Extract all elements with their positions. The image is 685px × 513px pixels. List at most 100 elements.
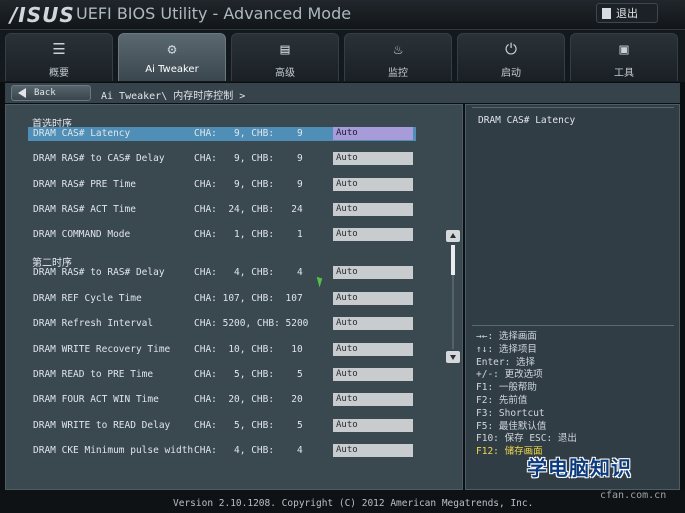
tab-overview[interactable]: ☰ 概要 (5, 33, 113, 81)
tab-label: Ai Tweaker (145, 64, 199, 75)
setting-channel-values: CHA: 5, CHB: 5 (194, 420, 303, 431)
tab-label: 工具 (614, 68, 634, 79)
hotkey-item: F10: 保存 ESC: 退出 (476, 433, 577, 445)
setting-row[interactable]: DRAM FOUR ACT WIN Time CHA: 20, CHB: 20 … (28, 393, 416, 407)
scrollbar-thumb[interactable] (451, 245, 455, 275)
help-panel: DRAM CAS# Latency →←: 选择画面 ↑↓: 选择项目 Ente… (465, 104, 680, 490)
setting-name: DRAM FOUR ACT WIN Time (33, 394, 159, 405)
setting-value-field[interactable]: Auto (333, 203, 413, 216)
setting-name: DRAM READ to PRE Time (33, 369, 154, 380)
asus-logo: /ISUS (10, 3, 75, 27)
tab-label: 高级 (275, 68, 295, 79)
tab-advanced[interactable]: ▤ 高级 (231, 33, 339, 81)
setting-channel-values: CHA: 4, CHB: 4 (194, 267, 303, 278)
setting-value-field[interactable]: Auto (333, 127, 413, 140)
setting-row[interactable]: DRAM Refresh Interval CHA: 5200, CHB: 52… (28, 317, 416, 331)
hotkey-item: F5: 最佳默认值 (476, 420, 547, 432)
help-divider (472, 325, 674, 326)
setting-channel-values: CHA: 10, CHB: 10 (194, 344, 303, 355)
setting-row[interactable]: DRAM RAS# to RAS# Delay CHA: 4, CHB: 4 A… (28, 266, 416, 280)
setting-row[interactable]: DRAM WRITE Recovery Time CHA: 10, CHB: 1… (28, 343, 416, 357)
hotkey-item: F2: 先前值 (476, 394, 528, 406)
settings-panel: 首选时序 DRAM CAS# Latency CHA: 9, CHB: 9 Au… (5, 104, 463, 490)
setting-row[interactable]: DRAM CAS# Latency CHA: 9, CHB: 9 Auto (28, 127, 416, 141)
setting-name: DRAM RAS# PRE Time (33, 179, 136, 190)
tab-ai-tweaker[interactable]: ⚙ Ai Tweaker (118, 33, 226, 81)
title-bar: /ISUS UEFI BIOS Utility - Advanced Mode … (0, 0, 685, 30)
ai-tweaker-icon: ⚙ (167, 40, 177, 58)
setting-channel-values: CHA: 5200, CHB: 5200 (194, 318, 309, 329)
setting-value-field[interactable]: Auto (333, 292, 413, 305)
setting-value-field[interactable]: Auto (333, 178, 413, 191)
setting-channel-values: CHA: 9, CHB: 9 (194, 153, 303, 164)
setting-value-field[interactable]: Auto (333, 152, 413, 165)
back-button[interactable]: Back (11, 85, 91, 101)
setting-value-field[interactable]: Auto (333, 266, 413, 279)
setting-value-field[interactable]: Auto (333, 343, 413, 356)
main-tabs: ☰ 概要 ⚙ Ai Tweaker ▤ 高级 ♨ 监控 ⏻ 启动 ▣ 工具 (0, 30, 685, 82)
setting-name: DRAM Refresh Interval (33, 318, 154, 329)
setting-name: DRAM RAS# ACT Time (33, 204, 136, 215)
setting-name: DRAM RAS# to CAS# Delay (33, 153, 165, 164)
tab-label: 监控 (388, 68, 408, 79)
hotkey-item: ↑↓: 选择项目 (476, 343, 537, 355)
setting-name: DRAM WRITE to READ Delay (33, 420, 171, 431)
setting-name: DRAM WRITE Recovery Time (33, 344, 171, 355)
setting-name: DRAM RAS# to RAS# Delay (33, 267, 165, 278)
tab-monitor[interactable]: ♨ 监控 (344, 33, 452, 81)
setting-row[interactable]: DRAM CKE Minimum pulse width CHA: 4, CHB… (28, 444, 416, 458)
setting-row[interactable]: DRAM COMMAND Mode CHA: 1, CHB: 1 Auto (28, 228, 416, 242)
exit-button[interactable]: 退出 (596, 3, 658, 23)
setting-value-field[interactable]: Auto (333, 393, 413, 406)
hotkey-item: +/-: 更改选项 (476, 369, 543, 381)
setting-channel-values: CHA: 20, CHB: 20 (194, 394, 303, 405)
setting-value-field[interactable]: Auto (333, 419, 413, 432)
setting-channel-values: CHA: 1, CHB: 1 (194, 229, 303, 240)
setting-name: DRAM CAS# Latency (33, 128, 131, 139)
footer: Version 2.10.1208. Copyright (C) 2012 Am… (0, 490, 685, 513)
tab-label: 概要 (49, 68, 69, 79)
tab-label: 启动 (501, 68, 521, 79)
version-text: Version 2.10.1208. Copyright (C) 2012 Am… (173, 498, 534, 509)
power-icon: ⏻ (505, 40, 517, 58)
advanced-icon: ▤ (280, 40, 290, 58)
hotkey-item: F3: Shortcut (476, 407, 545, 419)
setting-row[interactable]: DRAM READ to PRE Time CHA: 5, CHB: 5 Aut… (28, 368, 416, 382)
setting-value-field[interactable]: Auto (333, 317, 413, 330)
setting-channel-values: CHA: 5, CHB: 5 (194, 369, 303, 380)
hotkey-item: F1: 一般帮助 (476, 382, 537, 394)
setting-channel-values: CHA: 107, CHB: 107 (194, 293, 303, 304)
setting-row[interactable]: DRAM RAS# to CAS# Delay CHA: 9, CHB: 9 A… (28, 152, 416, 166)
setting-channel-values: CHA: 9, CHB: 9 (194, 179, 303, 190)
scroll-down-button[interactable] (446, 351, 460, 363)
exit-icon (602, 7, 611, 19)
setting-channel-values: CHA: 4, CHB: 4 (194, 445, 303, 456)
setting-name: DRAM REF Cycle Time (33, 293, 142, 304)
setting-value-field[interactable]: Auto (333, 444, 413, 457)
setting-row[interactable]: DRAM REF Cycle Time CHA: 107, CHB: 107 A… (28, 292, 416, 306)
setting-value-field[interactable]: Auto (333, 228, 413, 241)
hotkey-item: →←: 选择画面 (476, 331, 537, 342)
tab-boot[interactable]: ⏻ 启动 (457, 33, 565, 81)
back-arrow-icon (18, 88, 26, 98)
setting-value-field[interactable]: Auto (333, 368, 413, 381)
help-title: DRAM CAS# Latency (478, 115, 576, 126)
tab-tools[interactable]: ▣ 工具 (570, 33, 678, 81)
setting-name: DRAM CKE Minimum pulse width (33, 445, 194, 456)
setting-row[interactable]: DRAM RAS# PRE Time CHA: 9, CHB: 9 Auto (28, 178, 416, 192)
monitor-icon: ♨ (393, 40, 403, 58)
toolbox-icon: ▣ (619, 40, 629, 58)
help-divider-top (472, 107, 674, 108)
exit-label: 退出 (616, 7, 638, 20)
setting-channel-values: CHA: 24, CHB: 24 (194, 204, 303, 215)
breadcrumb: Ai Tweaker\ 内存时序控制 > (101, 91, 246, 102)
hotkey-item: Enter: 选择 (476, 356, 536, 368)
setting-row[interactable]: DRAM RAS# ACT Time CHA: 24, CHB: 24 Auto (28, 203, 416, 217)
scroll-up-button[interactable] (446, 230, 460, 242)
watermark-logo: 学电脑知识 (527, 456, 632, 480)
setting-channel-values: CHA: 9, CHB: 9 (194, 128, 303, 139)
app-title: UEFI BIOS Utility - Advanced Mode (76, 4, 352, 23)
back-label: Back (34, 88, 56, 98)
hotkey-list: →←: 选择画面 ↑↓: 选择项目 Enter: 选择 +/-: 更改选项 F1… (476, 331, 577, 459)
setting-row[interactable]: DRAM WRITE to READ Delay CHA: 5, CHB: 5 … (28, 419, 416, 433)
